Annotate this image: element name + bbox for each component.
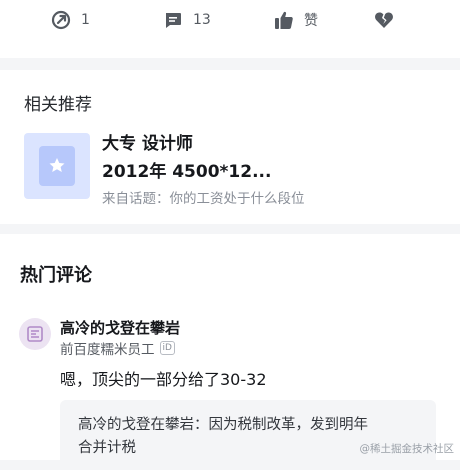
avatar-icon[interactable] xyxy=(19,318,51,350)
related-item-title-line2[interactable]: 2012年 4500*12... xyxy=(102,157,271,182)
comment-text[interactable]: 嗯，顶尖的一部分给了30-32 xyxy=(60,366,267,390)
share-icon xyxy=(50,9,72,31)
related-section: 相关推荐 大专 设计师 2012年 4500*12... 来自话题：你的工资处于… xyxy=(0,70,460,224)
dislike-action[interactable] xyxy=(373,0,395,40)
star-doc-icon xyxy=(39,146,75,186)
hot-comments-title: 热门评论 xyxy=(20,265,92,286)
id-badge: iD xyxy=(159,341,175,355)
comment-author-role: 前百度糯米员工 iD xyxy=(60,338,175,358)
related-thumbnail[interactable] xyxy=(24,133,90,199)
watermark: @稀土掘金技术社区 xyxy=(359,443,455,455)
reply-text-line1: 高冷的戈登在攀岩：因为税制改革，发到明年 xyxy=(78,417,368,433)
comment-count: 13 xyxy=(193,12,211,28)
comment-icon xyxy=(162,9,184,31)
related-title: 相关推荐 xyxy=(24,95,92,115)
like-label: 赞 xyxy=(304,13,318,29)
action-bar: 1 13 赞 xyxy=(0,0,460,58)
share-action[interactable]: 1 xyxy=(50,0,90,40)
comment-author-role-text: 前百度糯米员工 xyxy=(60,342,155,358)
related-item-source[interactable]: 来自话题：你的工资处于什么段位 xyxy=(102,187,305,207)
hot-comments-section: 热门评论 高冷的戈登在攀岩 前百度糯米员工 iD 嗯，顶尖的一部分给了30-32… xyxy=(0,234,460,470)
share-count: 1 xyxy=(81,12,90,28)
comment-action[interactable]: 13 xyxy=(162,0,211,40)
heart-broken-icon xyxy=(373,9,395,31)
thumbs-up-icon xyxy=(273,9,295,31)
comment-author[interactable]: 高冷的戈登在攀岩 xyxy=(60,317,180,338)
like-action[interactable]: 赞 xyxy=(273,0,318,40)
reply-text-line2: 合并计税 xyxy=(78,440,136,456)
related-item-title-line1[interactable]: 大专 设计师 xyxy=(102,129,193,154)
